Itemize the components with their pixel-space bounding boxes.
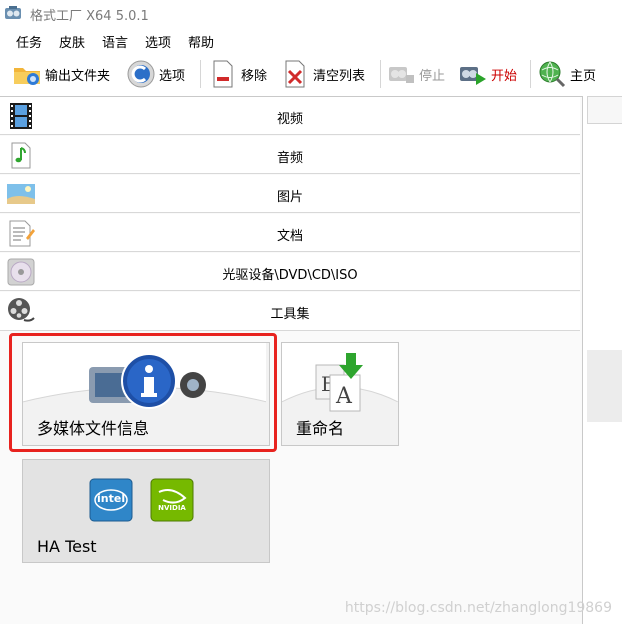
start-label: 开始 [491,68,518,84]
clear-list-button[interactable]: 清空列表 [280,58,365,90]
category-disc-label: 光驱设备\DVD\CD\ISO [222,268,358,283]
menu-language[interactable]: 语言 [102,32,128,51]
home-globe-icon [539,61,566,88]
folder-icon [14,68,40,85]
home-label: 主页 [570,68,597,84]
nvidia-logo-text: NVIDIA [158,504,186,512]
remove-button[interactable]: 移除 [208,58,267,90]
rename-tile[interactable]: B A 重命名 [281,342,399,446]
title-bar: 格式工厂 X64 5.0.1 [0,0,622,28]
category-audio[interactable]: 音频 [0,136,580,174]
options-button[interactable]: 选项 [126,58,185,90]
rename-icon: B A [315,353,363,412]
toolbar-separator [530,60,531,88]
clear-list-icon [285,60,305,88]
category-image-label: 图片 [276,190,303,205]
category-video[interactable]: 视频 [0,97,580,135]
menu-skin[interactable]: 皮肤 [59,32,85,51]
menu-bar: 任务 皮肤 语言 选项 帮助 [0,30,622,52]
category-tools-label: 工具集 [270,307,310,322]
category-image[interactable]: 图片 [0,175,580,213]
ha-test-label: HA Test [37,537,97,556]
clear-list-label: 清空列表 [313,68,366,84]
task-list-pane [587,96,622,624]
menu-help[interactable]: 帮助 [188,32,214,51]
stop-button[interactable]: 停止 [386,58,445,90]
menu-task[interactable]: 任务 [16,32,42,51]
options-label: 选项 [159,68,186,84]
task-list-header [587,96,622,124]
remove-label: 移除 [241,68,268,84]
category-audio-label: 音频 [276,151,303,166]
menu-options[interactable]: 选项 [145,32,171,51]
toolbar-separator [380,60,381,88]
toolbar-separator [200,60,201,88]
selection-highlight [9,333,277,452]
start-icon [460,67,486,85]
rename-label: 重命名 [296,419,345,438]
stop-icon [389,67,414,83]
start-button[interactable]: 开始 [458,58,517,90]
options-gear-icon [127,60,155,88]
svg-text:A: A [335,384,353,409]
category-video-label: 视频 [276,112,303,127]
task-list-shade [587,350,622,422]
category-document[interactable]: 文档 [0,214,580,252]
window-title: 格式工厂 X64 5.0.1 [30,9,149,24]
home-button[interactable]: 主页 [537,58,596,90]
ha-test-tile[interactable]: intel NVIDIA HA Test [22,459,270,563]
category-document-label: 文档 [276,229,303,244]
watermark: https://blog.csdn.net/zhanglong19869 [344,600,612,616]
intel-logo-text: intel [97,492,126,505]
toolbar: 输出文件夹 选项 移除 清空列表 停止 开始 主页 [0,54,622,94]
stop-label: 停止 [419,68,446,84]
app-logo-icon [5,6,21,19]
category-disc[interactable]: 光驱设备\DVD\CD\ISO [0,253,580,291]
category-tools[interactable]: 工具集 [0,292,580,331]
output-folder-label: 输出文件夹 [45,68,111,84]
output-folder-button[interactable]: 输出文件夹 [12,58,110,90]
remove-file-icon [213,60,233,88]
